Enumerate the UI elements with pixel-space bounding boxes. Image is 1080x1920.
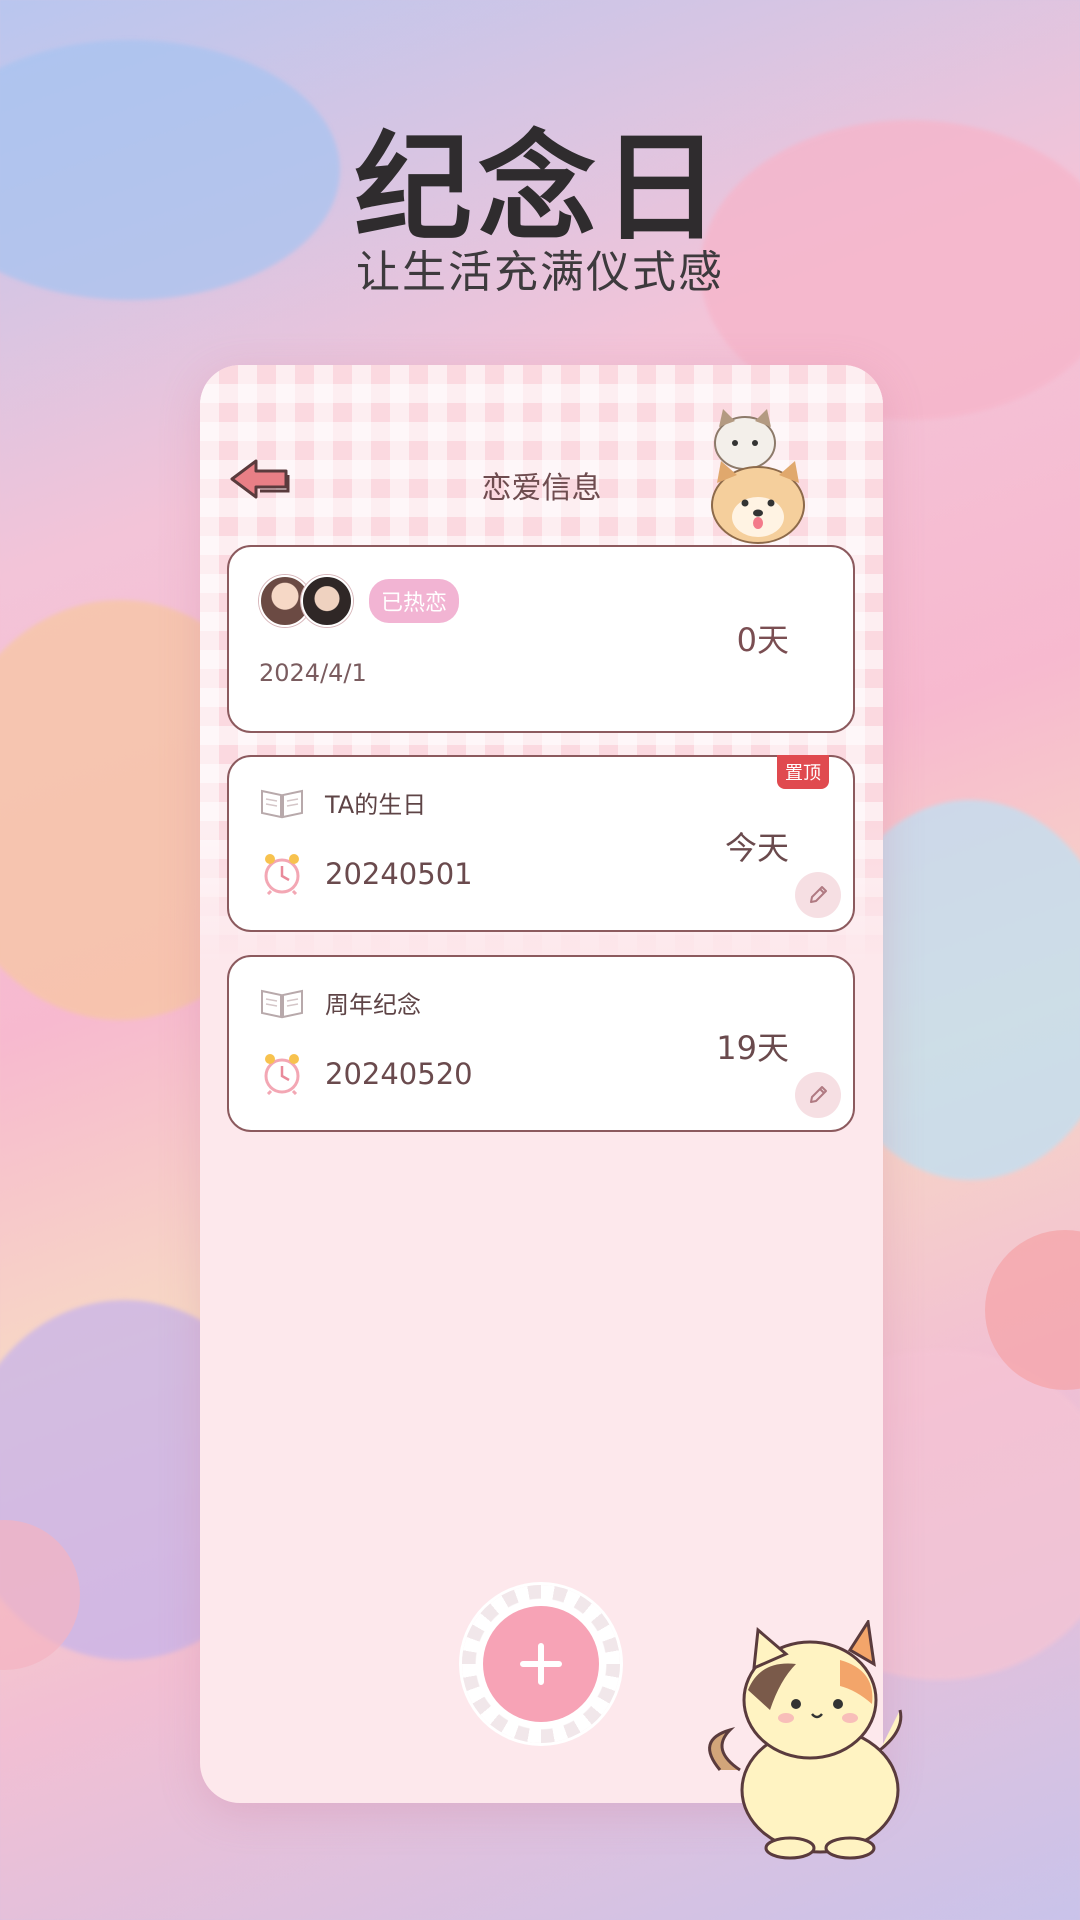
cats-decoration-icon <box>711 409 805 544</box>
edit-button[interactable] <box>795 872 841 918</box>
book-icon <box>261 789 303 819</box>
add-event-button[interactable] <box>462 1585 620 1743</box>
cat-mascot-icon <box>708 1620 903 1860</box>
event-card[interactable]: 置顶 TA的生日 20240501 今天 <box>227 755 855 932</box>
pencil-icon <box>810 1086 827 1103</box>
pinned-tag: 置顶 <box>777 755 829 789</box>
edit-button[interactable] <box>795 1072 841 1118</box>
plus-icon <box>520 1643 562 1685</box>
event-card[interactable]: 周年纪念 20240520 19天 <box>227 955 855 1132</box>
book-icon <box>261 989 303 1019</box>
alarm-clock-icon <box>264 854 300 895</box>
add-button-circle[interactable] <box>483 1606 599 1722</box>
love-start-date: 2024/4/1 <box>259 659 367 687</box>
event-days-count: 19天 <box>716 1029 789 1067</box>
event-date: 20240501 <box>325 857 473 891</box>
event-name: 周年纪念 <box>325 991 421 1019</box>
love-days-count: 0天 <box>736 621 789 659</box>
status-badge: 已热恋 <box>369 579 460 623</box>
event-date: 20240520 <box>325 1057 473 1091</box>
event-days-count: 今天 <box>724 829 789 867</box>
alarm-clock-icon <box>264 1054 300 1095</box>
event-name: TA的生日 <box>325 791 427 819</box>
love-info-card[interactable]: 已热恋 2024/4/1 0天 <box>227 545 855 733</box>
promo-subline: 让生活充满仪式感 <box>356 247 724 298</box>
pencil-icon <box>810 886 827 903</box>
avatar-partner-2 <box>301 575 353 627</box>
phone-screen: 恋爱信息 已热恋 2024/4/1 0天 置顶 TA的生日 20240501 今… <box>200 365 883 1803</box>
